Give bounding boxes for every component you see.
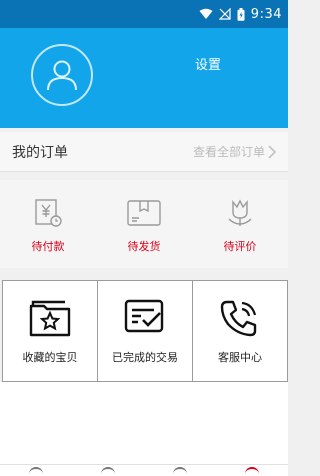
clock: 9:34 xyxy=(250,6,282,22)
completed-trades-label: 已完成的交易 xyxy=(112,351,178,364)
phone-icon xyxy=(219,299,261,341)
services-grid: 收藏的宝贝 已完成的交易 客服中心 xyxy=(2,280,288,382)
my-orders-bar[interactable]: 我的订单 查看全部订单 xyxy=(0,132,288,172)
customer-service-label: 客服中心 xyxy=(218,351,262,364)
status-pending-shipment[interactable]: 待发货 xyxy=(104,198,184,254)
chevron-right-icon xyxy=(268,144,276,159)
cart-icon[interactable] xyxy=(173,467,187,475)
order-status-row: 待付款 待发货 待评价 xyxy=(0,180,288,268)
status-pending-review[interactable]: 待评价 xyxy=(200,198,280,254)
profile-header: 设置 xyxy=(0,28,288,128)
bottom-nav xyxy=(0,464,288,476)
view-all-orders-label: 查看全部订单 xyxy=(192,145,265,159)
favorites-label: 收藏的宝贝 xyxy=(22,351,78,364)
home-icon[interactable] xyxy=(29,467,43,475)
payment-icon xyxy=(33,198,63,232)
status-pending-payment[interactable]: 待付款 xyxy=(8,198,88,254)
package-icon xyxy=(126,198,162,232)
status-bar: 9:34 xyxy=(0,0,288,28)
completed-trades-cell[interactable]: 已完成的交易 xyxy=(98,281,193,381)
content-area xyxy=(0,382,288,464)
review-icon xyxy=(223,198,257,232)
community-icon[interactable] xyxy=(101,467,115,475)
customer-service-cell[interactable]: 客服中心 xyxy=(193,281,287,381)
favorites-icon xyxy=(29,299,71,341)
status-label: 待付款 xyxy=(31,240,65,253)
signal-icon xyxy=(218,8,231,20)
my-orders-title: 我的订单 xyxy=(12,144,68,161)
status-label: 待评价 xyxy=(223,240,257,253)
wifi-icon xyxy=(199,8,213,20)
status-label: 待发货 xyxy=(127,240,161,253)
profile-icon[interactable] xyxy=(245,467,259,475)
battery-icon xyxy=(237,7,245,21)
completed-trade-icon xyxy=(124,299,166,341)
favorites-cell[interactable]: 收藏的宝贝 xyxy=(3,281,98,381)
settings-button[interactable]: 设置 xyxy=(195,54,221,73)
view-all-orders-link[interactable]: 查看全部订单 xyxy=(193,143,276,160)
user-avatar-icon[interactable] xyxy=(31,44,93,106)
